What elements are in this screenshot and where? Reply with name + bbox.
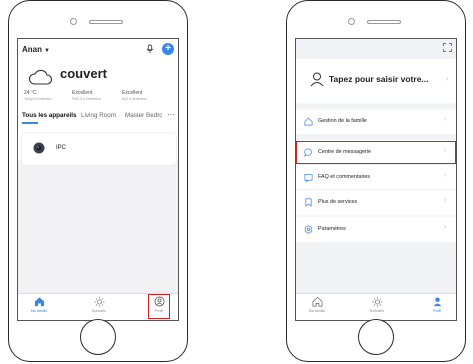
menu-item-faq-feedback[interactable]: FAQ et commentaires › <box>296 165 456 190</box>
home-selector[interactable]: Anan ▼ <box>22 45 50 54</box>
camera-dot <box>70 18 77 25</box>
cloud-icon <box>28 69 52 85</box>
device-card-ipc[interactable]: IPC <box>22 133 176 165</box>
device-name: IPC <box>56 145 67 151</box>
camera-dot <box>348 18 355 25</box>
tabbar-label: Profil <box>432 309 442 313</box>
settings-icon <box>304 225 313 234</box>
tabbar-home[interactable]: Ma famille <box>302 296 332 313</box>
tabbar-label: Ma famille <box>30 309 48 313</box>
tab-living-room[interactable]: Living Room <box>81 112 116 119</box>
profile-icon <box>433 297 441 307</box>
more-icon[interactable]: ··· <box>167 110 175 119</box>
weather-stat-label: PM2.5 à l'extérieur <box>72 97 102 101</box>
tabbar-profile[interactable]: Profil <box>422 296 452 313</box>
microphone-icon[interactable] <box>145 44 155 54</box>
weather-stat: Excellent PM2.5 à l'extérieur <box>72 90 101 101</box>
chevron-right-icon: › <box>446 76 449 83</box>
menu-group: Paramètres › <box>296 217 456 242</box>
bottom-tabbar: Ma famille Scénario Profil <box>296 293 456 320</box>
menu-item-label: Gestion de la famille <box>318 118 367 124</box>
menu-item-settings[interactable]: Paramètres › <box>296 217 456 242</box>
chevron-right-icon: › <box>444 224 447 231</box>
tabbar-label: Ma famille <box>308 309 326 313</box>
home-outline-icon <box>304 117 313 126</box>
weather-condition: couvert <box>60 66 107 81</box>
bottom-tabbar: Ma famille Scénario Profil <box>18 293 178 320</box>
menu-group: Centre de messagerie › FAQ et commentair… <box>296 140 456 215</box>
room-tabs: Tous les appareils Living Room Master Be… <box>18 110 178 126</box>
home-icon <box>34 297 44 307</box>
menu-item-label: FAQ et commentaires <box>318 174 371 180</box>
profile-card[interactable]: Tapez pour saisir votre... › <box>296 59 456 103</box>
menu-item-message-center[interactable]: Centre de messagerie › <box>296 140 456 165</box>
user-icon <box>310 72 324 87</box>
weather-stat-value: 24 °C <box>24 90 37 96</box>
menu-item-label: Paramètres <box>318 226 346 232</box>
tab-all-devices[interactable]: Tous les appareils <box>22 112 76 119</box>
home-name-label: Anan <box>22 45 42 54</box>
speaker-grille <box>89 20 123 24</box>
home-button[interactable] <box>358 319 394 355</box>
chevron-down-icon: ▼ <box>44 48 50 54</box>
weather-stat-label: Temp à l'extérieur <box>24 97 52 101</box>
weather-stat-value: Excellent <box>122 90 143 96</box>
menu-item-label: Plus de services <box>318 199 358 205</box>
weather-stat-label: AQI à l'extérieur <box>122 97 147 101</box>
phone-frame-left: Anan ▼ + couvert 24 °C Temp à l'extérieur… <box>8 0 188 362</box>
weather-stat: 24 °C Temp à l'extérieur <box>24 90 52 101</box>
profile-screen: Tapez pour saisir votre... › Gestion de … <box>295 38 457 321</box>
scan-icon[interactable] <box>443 43 452 52</box>
menu-item-family-management[interactable]: Gestion de la famille › <box>296 109 456 134</box>
tabbar-label: Scénario <box>369 309 385 313</box>
scene-sun-icon <box>371 296 383 307</box>
tabbar-label: Scénario <box>91 309 107 313</box>
add-device-button[interactable]: + <box>162 43 174 55</box>
weather-stat-value: Excellent <box>72 90 93 96</box>
phone-frame-right: Tapez pour saisir votre... › Gestion de … <box>286 0 466 362</box>
highlight-box <box>148 294 170 319</box>
bookmark-icon <box>305 198 312 207</box>
tabbar-home[interactable]: Ma famille <box>24 296 54 313</box>
chevron-right-icon: › <box>444 197 447 204</box>
speaker-grille <box>367 20 401 24</box>
tab-indicator <box>22 122 38 124</box>
tab-master-bedroom[interactable]: Master Bedro <box>125 112 162 119</box>
highlight-box <box>296 141 456 164</box>
home-outline-icon <box>312 296 322 307</box>
menu-group: Gestion de la famille › <box>296 109 456 134</box>
tabbar-scenario[interactable]: Scénario <box>362 296 392 313</box>
tabbar-scenario[interactable]: Scénario <box>84 296 114 313</box>
home-button[interactable] <box>80 319 116 355</box>
scene-sun-icon <box>93 296 105 307</box>
camera-icon <box>33 142 45 154</box>
chevron-right-icon: › <box>444 116 447 123</box>
home-screen: Anan ▼ + couvert 24 °C Temp à l'extérieur… <box>17 38 179 321</box>
feedback-icon <box>304 173 313 182</box>
profile-prompt: Tapez pour saisir votre... <box>329 74 429 84</box>
weather-stat: Excellent AQI à l'extérieur <box>122 90 147 101</box>
chevron-right-icon: › <box>444 172 447 179</box>
menu-item-more-services[interactable]: Plus de services › <box>296 190 456 215</box>
